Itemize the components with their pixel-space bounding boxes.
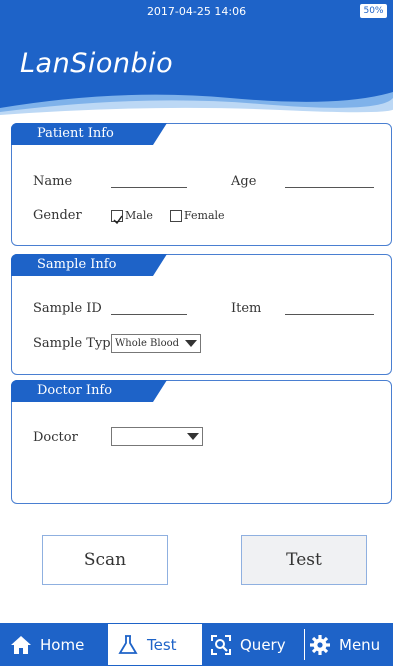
nav-query-label: Query (240, 635, 286, 654)
age-label: Age (231, 174, 257, 189)
gender-label: Gender (33, 208, 82, 223)
sample-type-select[interactable]: Whole Blood (111, 334, 201, 353)
gear-icon (310, 634, 330, 655)
sample-id-label: Sample ID (33, 301, 102, 316)
app-header: 2017-04-25 14:06 50% LanSionbio (0, 0, 393, 118)
header-wave-decoration (0, 92, 393, 118)
nav-item-home[interactable]: Home (10, 623, 105, 666)
item-field[interactable] (285, 314, 374, 315)
dropdown-arrow-icon[interactable] (183, 336, 199, 351)
female-checkbox[interactable] (170, 210, 182, 222)
nav-divider (304, 629, 305, 660)
home-icon (11, 635, 31, 654)
sample-info-title: Sample Info (11, 254, 167, 276)
male-label: Male (125, 209, 153, 222)
age-field[interactable] (285, 187, 374, 188)
doctor-info-title: Doctor Info (11, 380, 167, 402)
patient-info-title: Patient Info (11, 123, 167, 145)
status-datetime: 2017-04-25 14:06 (146, 5, 247, 18)
doctor-label: Doctor (33, 430, 78, 445)
checkmark-icon (113, 215, 123, 225)
doctor-select[interactable] (111, 427, 203, 446)
query-icon (211, 634, 231, 655)
sample-type-label: Sample Type (33, 336, 119, 351)
test-button[interactable]: Test (241, 535, 367, 585)
sample-id-field[interactable] (111, 314, 187, 315)
name-field[interactable] (111, 187, 187, 188)
name-label: Name (33, 174, 73, 189)
nav-menu-label: Menu (339, 635, 381, 654)
female-label: Female (184, 209, 225, 222)
nav-item-menu[interactable]: Menu (309, 623, 393, 666)
nav-home-label: Home (40, 635, 85, 654)
brand-logo: LanSionbio (20, 48, 174, 79)
scan-button[interactable]: Scan (42, 535, 168, 585)
patient-info-panel: Patient Info Name Age Gender Male Female (11, 123, 392, 246)
battery-indicator: 50% (360, 4, 387, 18)
dropdown-arrow-icon[interactable] (185, 429, 201, 444)
bottom-nav: Home Test Query Menu (0, 623, 393, 666)
item-label: Item (231, 301, 262, 316)
status-bar: 2017-04-25 14:06 50% (0, 0, 393, 22)
male-checkbox[interactable] (111, 210, 123, 225)
sample-type-value: Whole Blood (115, 338, 180, 349)
nav-item-test[interactable]: Test (107, 623, 203, 666)
doctor-info-panel: Doctor Info Doctor (11, 380, 392, 504)
sample-info-panel: Sample Info Sample ID Item Sample Type W… (11, 254, 392, 375)
nav-item-query[interactable]: Query (210, 623, 302, 666)
nav-test-label: Test (147, 635, 177, 654)
flask-icon (118, 634, 138, 654)
